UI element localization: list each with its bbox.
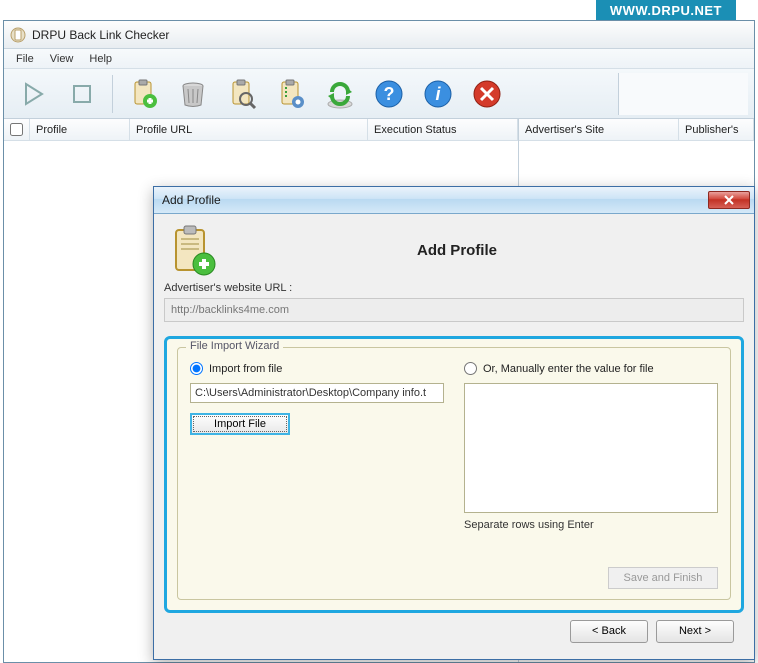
app-icon — [10, 27, 26, 43]
menu-file[interactable]: File — [8, 51, 42, 67]
dialog-body: Add Profile Advertiser's website URL : F… — [154, 214, 754, 659]
svg-text:?: ? — [383, 84, 394, 104]
add-profile-dialog: Add Profile Add Profile Advertiser's web… — [153, 186, 755, 660]
info-button[interactable]: i — [415, 73, 460, 115]
menu-help[interactable]: Help — [81, 51, 120, 67]
column-profile[interactable]: Profile — [30, 119, 130, 140]
play-button[interactable] — [10, 73, 55, 115]
column-checkbox[interactable] — [4, 119, 30, 140]
delete-button[interactable] — [170, 73, 215, 115]
refresh-button[interactable] — [317, 73, 362, 115]
radio-import-from-file[interactable]: Import from file — [190, 362, 444, 375]
next-button[interactable]: Next > — [656, 620, 734, 643]
radio-manual-entry[interactable]: Or, Manually enter the value for file — [464, 362, 718, 375]
radio-manual-label: Or, Manually enter the value for file — [483, 363, 654, 375]
window-title: DRPU Back Link Checker — [32, 28, 169, 42]
dialog-titlebar[interactable]: Add Profile — [154, 187, 754, 214]
wizard-fieldset: File Import Wizard Import from file Impo… — [177, 347, 731, 600]
wizard-right-column: Or, Manually enter the value for file Se… — [464, 362, 718, 559]
radio-import-label: Import from file — [209, 363, 282, 375]
clipboard-add-icon — [168, 224, 216, 276]
stop-button[interactable] — [59, 73, 104, 115]
wizard-columns: Import from file Import File Or, Manuall… — [190, 362, 718, 559]
advertiser-url-input — [164, 298, 744, 322]
wizard-left-column: Import from file Import File — [190, 362, 444, 559]
import-file-button[interactable]: Import File — [190, 413, 290, 435]
wizard-legend: File Import Wizard — [186, 340, 283, 352]
select-all-checkbox[interactable] — [10, 123, 23, 136]
manual-entry-textarea[interactable] — [464, 383, 718, 513]
add-profile-button[interactable] — [121, 73, 166, 115]
dialog-header: Add Profile — [164, 220, 744, 280]
url-label: Advertiser's website URL : — [164, 282, 744, 294]
file-path-input[interactable] — [190, 383, 444, 403]
settings-profile-button[interactable] — [268, 73, 313, 115]
radio-manual-input[interactable] — [464, 362, 477, 375]
back-button[interactable]: < Back — [570, 620, 648, 643]
column-profile-url[interactable]: Profile URL — [130, 119, 368, 140]
titlebar: DRPU Back Link Checker — [4, 21, 754, 49]
menubar: File View Help — [4, 49, 754, 69]
toolbar-right-panel — [618, 73, 748, 115]
search-profile-button[interactable] — [219, 73, 264, 115]
separate-rows-label: Separate rows using Enter — [464, 519, 718, 531]
url-section: Advertiser's website URL : — [164, 282, 744, 322]
help-button[interactable]: ? — [366, 73, 411, 115]
radio-import-input[interactable] — [190, 362, 203, 375]
dialog-title: Add Profile — [162, 193, 708, 207]
dialog-heading: Add Profile — [230, 242, 744, 259]
column-advertisers-site[interactable]: Advertiser's Site — [519, 119, 679, 140]
right-column-headers: Advertiser's Site Publisher's — [519, 119, 754, 141]
dialog-footer: < Back Next > — [164, 613, 744, 649]
file-import-wizard: File Import Wizard Import from file Impo… — [164, 336, 744, 613]
left-column-headers: Profile Profile URL Execution Status — [4, 119, 518, 141]
column-execution-status[interactable]: Execution Status — [368, 119, 518, 140]
save-and-finish-button: Save and Finish — [608, 567, 718, 589]
column-publishers[interactable]: Publisher's — [679, 119, 754, 140]
close-button[interactable] — [464, 73, 509, 115]
dialog-close-button[interactable] — [708, 191, 750, 209]
website-banner: WWW.DRPU.NET — [596, 0, 736, 21]
toolbar: ? i — [4, 69, 754, 119]
menu-view[interactable]: View — [42, 51, 82, 67]
toolbar-separator — [112, 75, 113, 113]
